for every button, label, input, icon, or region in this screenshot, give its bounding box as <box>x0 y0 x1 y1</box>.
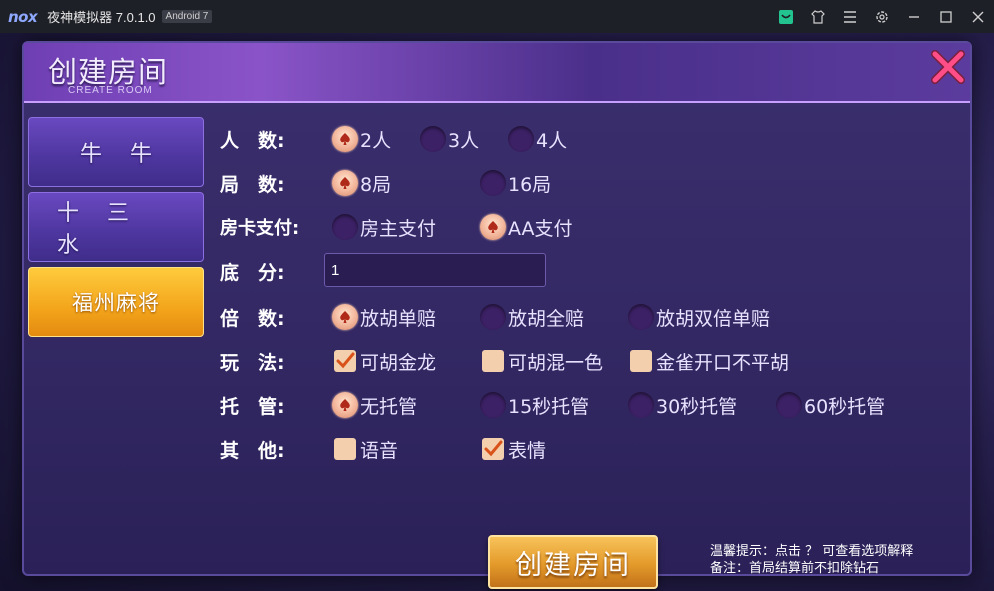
auto-play-label: 托 管: <box>220 395 285 418</box>
create-room-button[interactable]: 创建房间 <box>488 535 658 589</box>
multiplier-option-label: 放胡全赔 <box>508 307 585 330</box>
card-pay-option-label: AA支付 <box>508 217 573 240</box>
auto-play-option-label: 15秒托管 <box>508 395 590 418</box>
checkbox-icon <box>482 350 504 372</box>
rounds-option-label: 8局 <box>360 173 392 196</box>
hint-line-2: 备注：首局结算前不扣除钻石 <box>710 561 880 576</box>
create-room-dialog: 创建房间 CREATE ROOM 牛牛 十三水 福州麻将 人 数: 2人 3人 … <box>22 41 972 589</box>
menu-icon[interactable] <box>834 0 866 33</box>
other-option-label: 语音 <box>360 439 399 462</box>
multiplier-option-label: 放胡单赔 <box>360 307 437 330</box>
multiplier-option-double[interactable]: 放胡双倍单赔 <box>628 304 770 331</box>
radio-icon <box>480 392 506 418</box>
players-option-label: 2人 <box>360 129 392 152</box>
card-pay-label: 房卡支付: <box>220 218 300 239</box>
checked-checkbox-icon <box>334 350 356 372</box>
multiplier-option-single[interactable]: 放胡单赔 <box>332 304 436 331</box>
nox-logo: nox <box>8 7 38 26</box>
players-option-4[interactable]: 4人 <box>508 126 567 153</box>
rounds-label: 局 数: <box>220 173 285 196</box>
auto-play-option-30s[interactable]: 30秒托管 <box>628 392 737 419</box>
other-option-voice[interactable]: 语音 <box>334 436 398 463</box>
auto-play-option-label: 无托管 <box>360 395 418 418</box>
spade-radio-icon <box>332 392 358 418</box>
rounds-option-8[interactable]: 8局 <box>332 170 391 197</box>
card-pay-option-label: 房主支付 <box>360 217 437 240</box>
checked-checkbox-icon <box>482 438 504 460</box>
shop-icon[interactable] <box>770 0 802 33</box>
radio-icon <box>480 170 506 196</box>
auto-play-option-label: 30秒托管 <box>656 395 738 418</box>
rule-option-golden-sparrow[interactable]: 金雀开口不平胡 <box>630 348 789 375</box>
players-label: 人 数: <box>220 129 285 152</box>
tab-fuzhou-mahjong[interactable]: 福州麻将 <box>28 267 204 337</box>
auto-play-option-60s[interactable]: 60秒托管 <box>776 392 885 419</box>
other-option-emoji[interactable]: 表情 <box>482 436 546 463</box>
dialog-header: 创建房间 CREATE ROOM <box>24 43 970 103</box>
dialog-subtitle: CREATE ROOM <box>68 85 153 96</box>
maximize-icon[interactable] <box>930 0 962 33</box>
game-type-tabs: 牛牛 十三水 福州麻将 <box>28 117 204 342</box>
other-label: 其 他: <box>220 439 285 462</box>
rule-option-mixed-suit[interactable]: 可胡混一色 <box>482 348 603 375</box>
rule-option-label: 可胡金龙 <box>360 351 437 374</box>
auto-play-option-15s[interactable]: 15秒托管 <box>480 392 589 419</box>
radio-icon <box>420 126 446 152</box>
spade-radio-icon <box>332 126 358 152</box>
card-pay-option-aa[interactable]: AA支付 <box>480 214 573 241</box>
radio-icon <box>332 214 358 240</box>
players-option-3[interactable]: 3人 <box>420 126 479 153</box>
radio-icon <box>628 304 654 330</box>
auto-play-option-label: 60秒托管 <box>804 395 886 418</box>
checkbox-icon <box>334 438 356 460</box>
multiplier-label: 倍 数: <box>220 307 285 330</box>
spade-radio-icon <box>480 214 506 240</box>
rules-label: 玩 法: <box>220 351 285 374</box>
android-version-badge: Android 7 <box>161 10 213 23</box>
players-option-2[interactable]: 2人 <box>332 126 391 153</box>
spade-radio-icon <box>332 304 358 330</box>
settings-icon[interactable] <box>866 0 898 33</box>
card-pay-option-owner[interactable]: 房主支付 <box>332 214 436 241</box>
rule-option-golden-dragon[interactable]: 可胡金龙 <box>334 348 436 375</box>
emulator-titlebar: nox 夜神模拟器 7.0.1.0 Android 7 <box>0 0 994 33</box>
base-score-input[interactable] <box>324 253 546 287</box>
hint-text: 温馨提示：点击 ？ 可查看选项解释 备注：首局结算前不扣除钻石 <box>710 543 913 577</box>
radio-icon <box>628 392 654 418</box>
shirt-icon[interactable] <box>802 0 834 33</box>
multiplier-option-all[interactable]: 放胡全赔 <box>480 304 584 331</box>
checkbox-icon <box>630 350 652 372</box>
rule-option-label: 金雀开口不平胡 <box>656 351 790 374</box>
close-x-icon <box>931 50 965 84</box>
radio-icon <box>508 126 534 152</box>
dialog-close-button[interactable] <box>928 47 968 87</box>
spade-radio-icon <box>332 170 358 196</box>
other-option-label: 表情 <box>508 439 547 462</box>
radio-icon <box>480 304 506 330</box>
close-icon[interactable] <box>962 0 994 33</box>
tab-niuniu[interactable]: 牛牛 <box>28 117 204 187</box>
rounds-option-label: 16局 <box>508 173 552 196</box>
rule-option-label: 可胡混一色 <box>508 351 604 374</box>
auto-play-option-none[interactable]: 无托管 <box>332 392 417 419</box>
hint-line-1: 温馨提示：点击 ？ 可查看选项解释 <box>710 544 914 559</box>
minimize-icon[interactable] <box>898 0 930 33</box>
rounds-option-16[interactable]: 16局 <box>480 170 551 197</box>
base-score-label: 底 分: <box>220 261 285 284</box>
titlebar-controls <box>770 0 994 33</box>
app-title: 夜神模拟器 7.0.1.0 <box>47 10 156 25</box>
players-option-label: 3人 <box>448 129 480 152</box>
game-screen: 创建房间 CREATE ROOM 牛牛 十三水 福州麻将 人 数: 2人 3人 … <box>0 33 994 591</box>
multiplier-option-label: 放胡双倍单赔 <box>656 307 771 330</box>
radio-icon <box>776 392 802 418</box>
players-option-label: 4人 <box>536 129 568 152</box>
tab-shisanshui[interactable]: 十三水 <box>28 192 204 262</box>
